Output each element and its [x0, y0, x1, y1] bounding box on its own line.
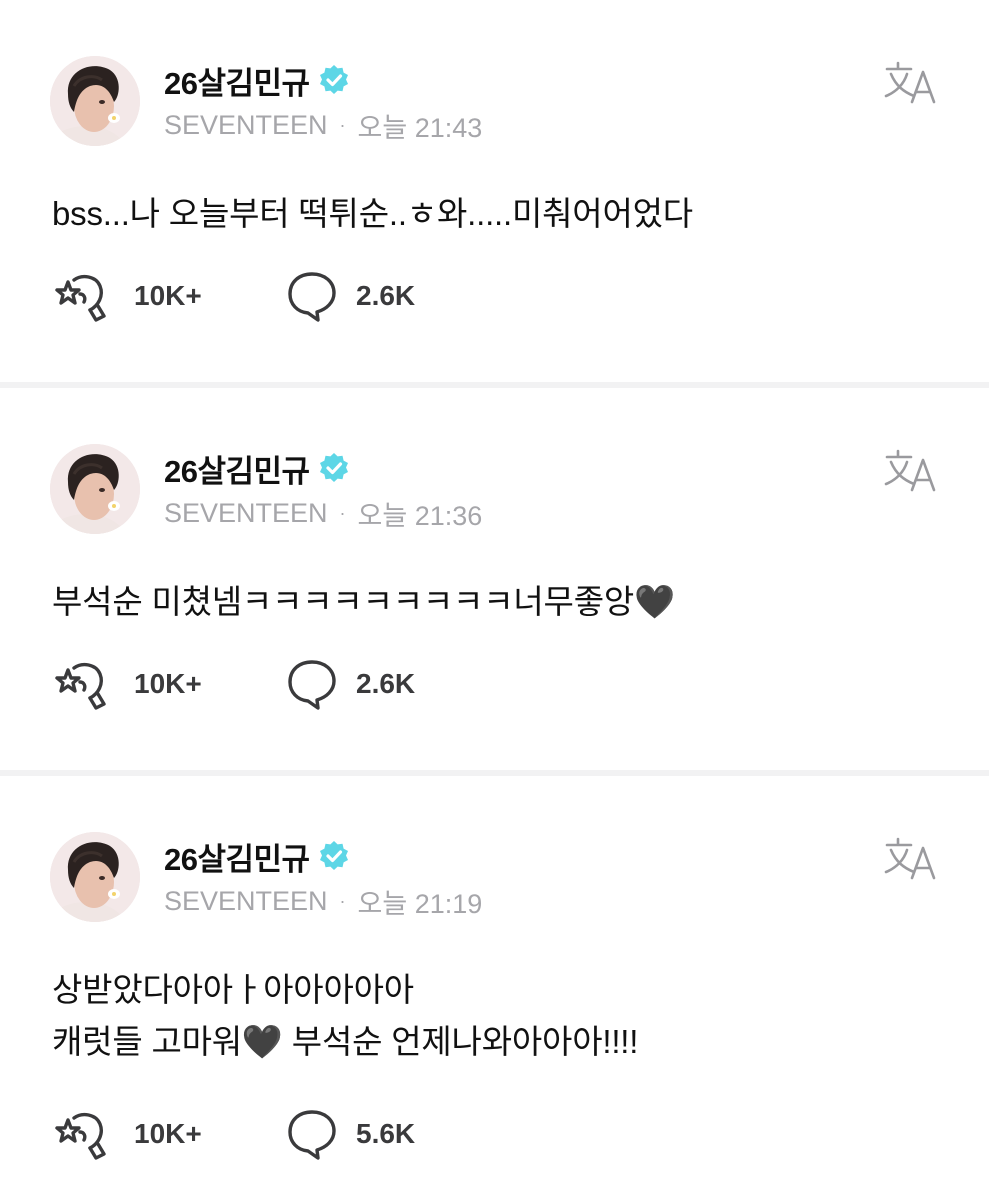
avatar[interactable]: [50, 832, 140, 922]
post-card[interactable]: 26살김민규 SEVENTEEN · 오늘 21:36 부석순 미쳤넴ㅋㅋㅋㅋㅋ…: [0, 388, 989, 770]
meta-separator: ·: [339, 502, 346, 523]
reaction-count: 10K+: [134, 1118, 202, 1149]
comment-count: 2.6K: [356, 280, 416, 311]
post-meta: SEVENTEEN · 오늘 21:19: [164, 884, 483, 919]
author-name[interactable]: 26살김민규: [164, 446, 310, 491]
avatar[interactable]: [50, 444, 140, 534]
post-time: 오늘 21:43: [357, 112, 483, 143]
post-actions: 10K+ 5.6K: [52, 1106, 415, 1162]
meta-separator: ·: [339, 114, 346, 135]
post-meta: SEVENTEEN · 오늘 21:36: [164, 496, 483, 531]
comment-count: 2.6K: [356, 668, 416, 699]
reaction-count: 10K+: [134, 280, 202, 311]
speech-bubble-icon: [288, 1110, 336, 1160]
comment-button[interactable]: 2.6K: [284, 656, 415, 712]
speech-bubble-icon: [288, 272, 336, 322]
post-actions: 10K+ 2.6K: [52, 656, 415, 712]
author-row: 26살김민규: [164, 834, 350, 879]
star-hand-reaction-icon: [55, 274, 106, 322]
author-row: 26살김민규: [164, 58, 350, 103]
reaction-button[interactable]: 10K+: [52, 268, 284, 324]
post-text: bss...나 오늘부터 떡튀순..ㅎ와.....미춰어어었다: [52, 195, 693, 232]
group-name: SEVENTEEN: [164, 497, 328, 528]
reaction-button[interactable]: 10K+: [52, 1106, 284, 1162]
speech-bubble-icon: [288, 660, 336, 710]
post-card[interactable]: 26살김민규 SEVENTEEN · 오늘 21:19 상받았다아아ㅏ아아아아아…: [0, 776, 989, 1200]
author-name[interactable]: 26살김민규: [164, 834, 310, 879]
comment-button[interactable]: 2.6K: [284, 268, 415, 324]
post-card[interactable]: 26살김민규 SEVENTEEN · 오늘 21:43 bss...나 오늘부터…: [0, 0, 989, 382]
post-feed: 26살김민규 SEVENTEEN · 오늘 21:43 bss...나 오늘부터…: [0, 0, 989, 1200]
meta-separator: ·: [339, 890, 346, 911]
post-time: 오늘 21:36: [357, 500, 483, 531]
author-row: 26살김민규: [164, 446, 350, 491]
star-hand-reaction-icon: [55, 1112, 106, 1160]
post-time: 오늘 21:19: [357, 888, 483, 919]
avatar[interactable]: [50, 56, 140, 146]
group-name: SEVENTEEN: [164, 885, 328, 916]
post-text: 부석순 미쳤넴ㅋㅋㅋㅋㅋㅋㅋㅋㅋ너무좋앙🖤: [52, 583, 675, 620]
translate-icon[interactable]: [884, 60, 940, 104]
verified-badge-icon: [318, 64, 350, 96]
author-name[interactable]: 26살김민규: [164, 58, 310, 103]
verified-badge-icon: [318, 452, 350, 484]
post-meta: SEVENTEEN · 오늘 21:43: [164, 108, 483, 143]
reaction-count: 10K+: [134, 668, 202, 699]
verified-badge-icon: [318, 840, 350, 872]
translate-icon[interactable]: [884, 836, 940, 880]
post-text: 상받았다아아ㅏ아아아아아 캐럿들 고마워🖤 부석순 언제나와아아아!!!!: [52, 971, 639, 1060]
reaction-button[interactable]: 10K+: [52, 656, 284, 712]
star-hand-reaction-icon: [55, 662, 106, 710]
comment-button[interactable]: 5.6K: [284, 1106, 415, 1162]
comment-count: 5.6K: [356, 1118, 416, 1149]
group-name: SEVENTEEN: [164, 109, 328, 140]
post-actions: 10K+ 2.6K: [52, 268, 415, 324]
translate-icon[interactable]: [884, 448, 940, 492]
